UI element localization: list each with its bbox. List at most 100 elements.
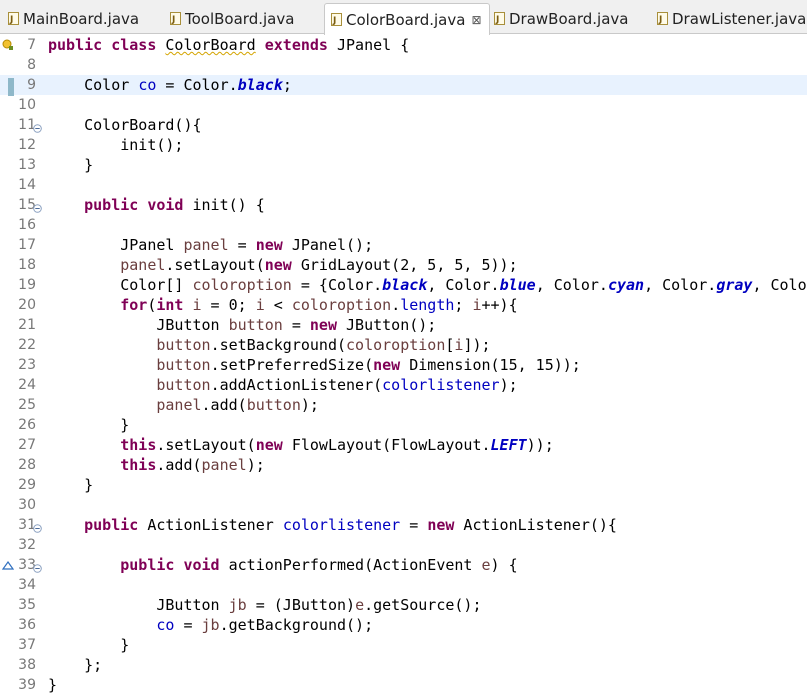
code-line[interactable]: 22 button.setBackground(coloroption[i]); <box>0 335 807 355</box>
line-number: 30 <box>18 497 36 513</box>
java-file-icon: J <box>329 12 343 27</box>
line-number: 29 <box>18 477 36 493</box>
tab-drawboard[interactable]: J DrawBoard.java <box>492 3 628 34</box>
close-icon[interactable]: ⊠ <box>471 13 481 27</box>
code-line[interactable]: 33 public void actionPerformed(ActionEve… <box>0 555 807 575</box>
code-line[interactable]: 21 JButton button = new JButton(); <box>0 315 807 335</box>
editor-tab-bar: J MainBoard.java J ToolBoard.java J Colo… <box>0 0 807 35</box>
code-text: button.addActionListener(colorlistener); <box>156 376 518 394</box>
code-editor[interactable]: 7 public class ColorBoard extends JPanel … <box>0 34 807 697</box>
line-number: 17 <box>18 237 36 253</box>
java-file-icon: J <box>6 11 20 26</box>
line-number: 18 <box>18 257 36 273</box>
code-line[interactable]: 25 panel.add(button); <box>0 395 807 415</box>
code-line[interactable]: 9 Color co = Color.black; <box>0 75 807 96</box>
code-text: panel.add(button); <box>156 396 319 414</box>
code-line[interactable]: 7 public class ColorBoard extends JPanel … <box>0 35 807 55</box>
code-line[interactable]: 31 public ActionListener colorlistener =… <box>0 515 807 535</box>
tab-label: ToolBoard.java <box>185 9 295 28</box>
code-text: this.add(panel); <box>120 456 265 474</box>
svg-text:J: J <box>495 15 499 25</box>
code-line[interactable]: 24 button.addActionListener(colorlistene… <box>0 375 807 395</box>
code-text: panel.setLayout(new GridLayout(2, 5, 5, … <box>120 256 518 274</box>
code-line[interactable]: 30 <box>0 495 807 515</box>
code-line[interactable]: 38 }; <box>0 655 807 675</box>
line-number: 10 <box>18 97 36 113</box>
code-line[interactable]: 29 } <box>0 475 807 495</box>
fold-collapse-icon[interactable] <box>33 120 42 133</box>
tab-label: DrawListener.java <box>672 9 807 28</box>
code-line[interactable]: 20 for(int i = 0; i < coloroption.length… <box>0 295 807 315</box>
code-text: } <box>48 416 130 434</box>
line-number: 20 <box>18 297 36 313</box>
svg-text:J: J <box>171 15 175 25</box>
code-line[interactable]: 14 <box>0 175 807 195</box>
code-text: for(int i = 0; i < coloroption.length; i… <box>120 296 518 314</box>
code-line[interactable]: 15 public void init() { <box>0 195 807 215</box>
code-text: Color[] coloroption = {Color.black, Colo… <box>48 276 807 294</box>
code-line[interactable]: 32 <box>0 535 807 555</box>
line-number: 27 <box>18 437 36 453</box>
tab-colorboard[interactable]: J ColorBoard.java ⊠ <box>324 3 490 35</box>
code-line[interactable]: 11 ColorBoard(){ <box>0 115 807 135</box>
code-line[interactable]: 8 <box>0 55 807 75</box>
code-line[interactable]: 27 this.setLayout(new FlowLayout(FlowLay… <box>0 435 807 455</box>
code-line[interactable]: 35 JButton jb = (JButton)e.getSource(); <box>0 595 807 615</box>
fold-collapse-icon[interactable] <box>33 560 42 573</box>
line-number: 8 <box>27 57 36 73</box>
tab-label: ColorBoard.java <box>346 10 466 29</box>
tab-mainboard[interactable]: J MainBoard.java <box>6 3 139 34</box>
line-number: 39 <box>18 677 36 693</box>
code-line[interactable]: 39} <box>0 675 807 695</box>
fold-collapse-icon[interactable] <box>33 200 42 213</box>
line-number: 28 <box>18 457 36 473</box>
code-text: }; <box>48 656 103 674</box>
line-number: 23 <box>18 357 36 373</box>
code-line[interactable]: 28 this.add(panel); <box>0 455 807 475</box>
line-number: 13 <box>18 157 36 173</box>
code-line[interactable]: 12 init(); <box>0 135 807 155</box>
code-text: } <box>48 676 58 694</box>
code-text: public void init() { <box>84 196 265 214</box>
code-text: } <box>48 636 130 654</box>
line-number: 12 <box>18 137 36 153</box>
svg-text:J: J <box>9 15 13 25</box>
override-triangle-icon[interactable] <box>1 558 15 572</box>
code-text: button.setBackground(coloroption[i]); <box>156 336 491 354</box>
code-text: button.setPreferredSize(new Dimension(15… <box>156 356 581 374</box>
java-file-icon: J <box>168 11 182 26</box>
tab-toolboard[interactable]: J ToolBoard.java <box>168 3 294 34</box>
code-line[interactable]: 19 Color[] coloroption = {Color.black, C… <box>0 275 807 295</box>
code-text: public void actionPerformed(ActionEvent … <box>120 556 518 574</box>
line-number: 21 <box>18 317 36 333</box>
code-line[interactable]: 23 button.setPreferredSize(new Dimension… <box>0 355 807 375</box>
code-line[interactable]: 37 } <box>0 635 807 655</box>
code-text: Color co = Color.black; <box>48 76 292 94</box>
code-line[interactable]: 10 <box>0 95 807 115</box>
code-line[interactable]: 34 <box>0 575 807 595</box>
tab-drawlistener[interactable]: J DrawListener.java <box>655 3 806 34</box>
code-line[interactable]: 16 <box>0 215 807 235</box>
code-text: JButton button = new JButton(); <box>48 316 437 334</box>
code-line[interactable]: 36 co = jb.getBackground(); <box>0 615 807 635</box>
code-text: co = jb.getBackground(); <box>156 616 374 634</box>
line-number: 32 <box>18 537 36 553</box>
tab-label: MainBoard.java <box>23 9 140 28</box>
line-number: 34 <box>18 577 36 593</box>
code-line[interactable]: 17 JPanel panel = new JPanel(); <box>0 235 807 255</box>
code-line[interactable]: 18 panel.setLayout(new GridLayout(2, 5, … <box>0 255 807 275</box>
line-number: 19 <box>18 277 36 293</box>
java-file-icon: J <box>492 11 506 26</box>
line-number: 38 <box>18 657 36 673</box>
line-number: 37 <box>18 637 36 653</box>
fold-collapse-icon[interactable] <box>33 520 42 533</box>
warning-icon[interactable] <box>2 38 14 52</box>
line-number: 7 <box>27 37 36 53</box>
code-line[interactable]: 26 } <box>0 415 807 435</box>
code-text: } <box>48 156 94 174</box>
code-line[interactable]: 13 } <box>0 155 807 175</box>
code-text: public class ColorBoard extends JPanel { <box>48 36 410 54</box>
code-text: JButton jb = (JButton)e.getSource(); <box>48 596 482 614</box>
code-text: public ActionListener colorlistener = ne… <box>84 516 617 534</box>
occurrence-marker-icon <box>2 78 14 96</box>
